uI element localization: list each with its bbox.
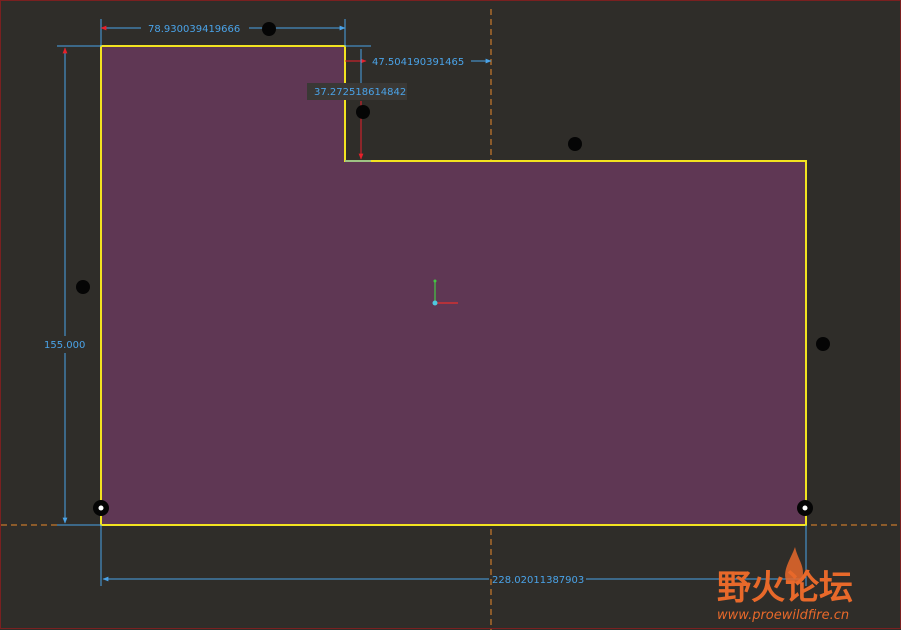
dimension-step-offset-label[interactable]: 47.504190391465 [372, 57, 464, 68]
vertex-handle-bottom-right[interactable] [797, 500, 813, 516]
flame-icon [785, 547, 804, 583]
watermark: 野火论坛 www.proewildfire.cn [717, 547, 853, 623]
dimension-step-offset[interactable]: 47.504190391465 [345, 57, 492, 68]
dimension-step-height-label[interactable]: 37.272518614842 [314, 87, 406, 98]
dimension-height-label[interactable]: 155.000 [44, 340, 85, 351]
watermark-url: www.proewildfire.cn [717, 608, 849, 623]
handle-step-height[interactable] [356, 105, 370, 119]
dimension-top-width-label[interactable]: 78.930039419666 [148, 24, 240, 35]
vertex-handle-bottom-left[interactable] [93, 500, 109, 516]
sketch-viewport[interactable]: 78.930039419666 47.504190391465 37.27251… [1, 1, 901, 630]
handle-left[interactable] [76, 280, 90, 294]
sketch-profile[interactable] [100, 45, 807, 526]
handle-middle-top[interactable] [568, 137, 582, 151]
dimension-top-width[interactable]: 78.930039419666 [100, 24, 346, 35]
dimension-overall-width-label[interactable]: 228.02011387903 [492, 575, 584, 586]
handle-right[interactable] [816, 337, 830, 351]
sketch-canvas[interactable]: 78.930039419666 47.504190391465 37.27251… [0, 0, 901, 630]
watermark-title: 野火论坛 [717, 568, 853, 608]
handle-top[interactable] [262, 22, 276, 36]
dimension-overall-width[interactable]: 228.02011387903 [102, 575, 804, 586]
